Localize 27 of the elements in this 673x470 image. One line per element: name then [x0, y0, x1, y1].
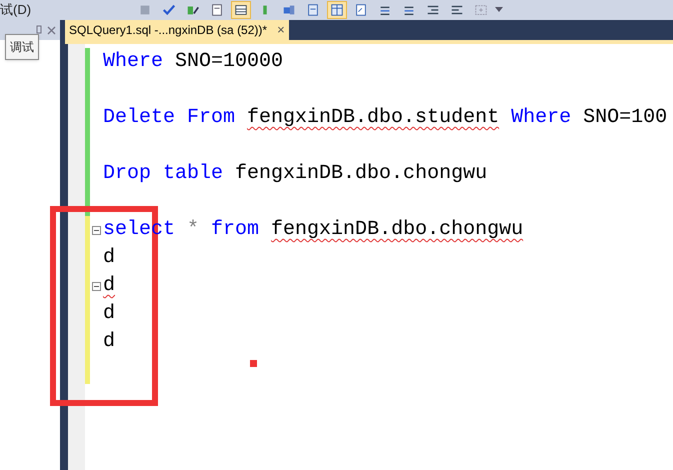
code-line: d — [103, 301, 116, 327]
code-line: d — [103, 245, 116, 271]
document-icon — [306, 3, 320, 17]
code-line: Drop table fengxinDB.dbo.chongwu — [103, 161, 488, 187]
code-line: d — [103, 273, 116, 299]
document-icon — [354, 3, 368, 17]
menu-item[interactable]: 试(D) — [0, 0, 132, 20]
collapse-icon[interactable] — [92, 226, 101, 234]
code-line: d — [103, 329, 116, 355]
close-icon[interactable] — [47, 26, 56, 34]
pin-icon[interactable] — [36, 25, 42, 35]
toolbar-grid-button[interactable] — [327, 1, 348, 19]
marker-square — [250, 360, 257, 367]
tab-close-button[interactable]: × — [277, 20, 285, 40]
collapse-icon[interactable] — [92, 282, 101, 290]
toolbar-grid-button[interactable] — [231, 1, 252, 19]
grid-icon — [330, 3, 344, 17]
code-line: Where SNO=10000 — [103, 49, 284, 75]
code-line: Delete From fengxinDB.dbo.student Where SNO=100 — [103, 105, 668, 131]
tooltip: 调试 — [5, 34, 39, 60]
grid-icon — [234, 3, 248, 17]
indent-icon[interactable] — [426, 3, 440, 17]
editor-tab[interactable]: SQLQuery1.sql -...ngxinDB (sa (52))* × — [65, 20, 289, 40]
indent-icon[interactable] — [450, 3, 464, 17]
document-icon — [210, 3, 224, 17]
dropdown-arrow-icon[interactable] — [495, 7, 504, 13]
checkmark-icon[interactable] — [162, 3, 176, 17]
